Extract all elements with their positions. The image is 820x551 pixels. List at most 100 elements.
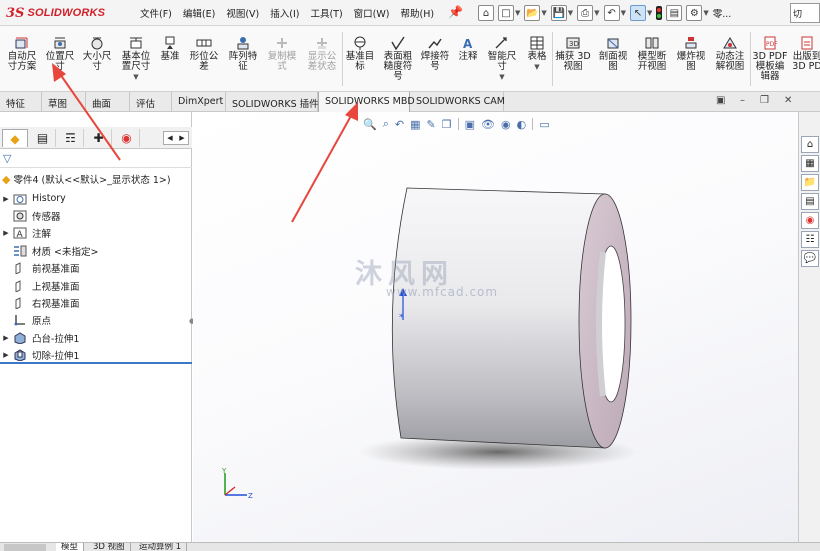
chevron-down-icon[interactable]: ▼ — [484, 72, 520, 82]
configurationmanager-tab-icon[interactable]: ☶ — [58, 129, 84, 147]
tab-3d-views[interactable]: 3D 视图 — [88, 543, 131, 551]
propertymanager-tab-icon[interactable]: ▤ — [30, 129, 56, 147]
chevron-down-icon[interactable]: ▼ — [541, 9, 546, 17]
tree-root-part[interactable]: ◆ 零件4 (默认<<默认>_显示状态 1>) — [2, 172, 171, 187]
tree-item-top-plane[interactable]: 上视基准面 — [0, 277, 192, 294]
restore-pane-icon[interactable]: ▣ — [716, 95, 725, 106]
chevron-down-icon[interactable]: ▼ — [647, 9, 652, 17]
tab-surfaces[interactable]: 曲面 — [86, 92, 130, 112]
capture-3d-view-button[interactable]: 3D 捕获 3D 视图 — [554, 36, 592, 72]
chevron-down-icon[interactable]: ▼ — [524, 62, 550, 72]
home-icon[interactable]: ⌂ — [478, 5, 494, 21]
displaymanager-tab-icon[interactable]: ◉ — [114, 129, 140, 147]
chevron-down-icon[interactable]: ▼ — [703, 9, 708, 17]
tab-solidworks-addins[interactable]: SOLIDWORKS 插件 — [226, 92, 319, 112]
chevron-left-icon[interactable]: ◀ — [164, 132, 176, 144]
tree-item-material[interactable]: 材质 <未指定> — [0, 242, 192, 259]
chevron-down-icon[interactable]: ▼ — [621, 9, 626, 17]
menu-insert[interactable]: 插入(I) — [270, 6, 299, 20]
select-cursor-icon[interactable]: ↖ — [629, 5, 646, 21]
file-explorer-icon[interactable]: 📁 — [801, 174, 819, 191]
section-view-button[interactable]: 剖面视 图 — [596, 36, 630, 72]
menu-view[interactable]: 视图(V) — [226, 6, 259, 20]
rollback-bar[interactable] — [0, 362, 192, 364]
tree-filter-bar[interactable]: ▽ — [0, 150, 192, 168]
menu-help[interactable]: 帮助(H) — [400, 6, 434, 20]
expand-arrow-icon[interactable]: ▶ — [0, 351, 12, 359]
tab-motion-study[interactable]: 运动算例 1 — [134, 543, 188, 551]
close-icon[interactable]: ✕ — [784, 95, 792, 106]
tab-dimxpert[interactable]: DimXpert — [172, 92, 226, 112]
auto-dimension-scheme-button[interactable]: 自动尺 寸方案 — [4, 36, 40, 72]
tree-item-sensors[interactable]: 传感器 — [0, 207, 192, 224]
expand-arrow-icon[interactable]: ▶ — [0, 334, 12, 342]
table-button[interactable]: 表格 ▼ — [524, 36, 550, 72]
chevron-down-icon[interactable]: ▼ — [515, 9, 520, 17]
custom-properties-icon[interactable]: ☷ — [801, 231, 819, 248]
tab-evaluate[interactable]: 评估 — [130, 92, 172, 112]
pattern-feature-button[interactable]: 阵列特 征 — [226, 36, 260, 72]
publish-3d-pdf-button[interactable]: 出版到 3D PD — [790, 36, 820, 72]
pin-menu-icon[interactable]: 📌 — [448, 5, 463, 19]
model-break-view-button[interactable]: 模型断 开视图 — [634, 36, 670, 72]
datum-target-button[interactable]: 基准目 标 — [343, 36, 377, 72]
chevron-down-icon[interactable]: ▼ — [118, 72, 154, 82]
menu-file[interactable]: 文件(F) — [140, 6, 172, 20]
tree-item-annotations[interactable]: ▶ A 注解 — [0, 225, 192, 242]
featuremanager-tab-icon[interactable]: ◆ — [2, 129, 28, 147]
appearances-scenes-icon[interactable]: ◉ — [801, 212, 819, 229]
options-gear-icon[interactable]: ⚙ — [686, 5, 703, 21]
tree-item-history[interactable]: ▶ History — [0, 190, 192, 207]
smart-dimension-button[interactable]: 智能尺 寸 ▼ — [484, 36, 520, 82]
chevron-down-icon[interactable]: ▼ — [568, 9, 573, 17]
expand-arrow-icon[interactable]: ▶ — [0, 195, 12, 203]
view-palette-icon[interactable]: ▤ — [801, 193, 819, 210]
tab-model[interactable]: 模型 — [56, 543, 85, 551]
geometric-tolerance-button[interactable]: 形位公 差 — [186, 36, 222, 72]
panel-tab-scroll[interactable]: ◀ ▶ — [163, 131, 189, 145]
show-tolerance-status-button[interactable]: 显示公 差状态 — [304, 36, 340, 72]
maximize-icon[interactable]: ❐ — [760, 95, 769, 106]
menu-edit[interactable]: 编辑(E) — [183, 6, 215, 20]
location-dimension-button[interactable]: 位置尺 寸 — [42, 36, 78, 72]
minimize-icon[interactable]: – — [740, 95, 745, 106]
chevron-right-icon[interactable]: ▶ — [176, 132, 188, 144]
weld-symbol-button[interactable]: 焊接符 号 — [418, 36, 452, 72]
copy-scheme-button[interactable]: 复制模 式 — [264, 36, 300, 72]
solidworks-logo[interactable]: 3S SOLIDWORKS — [6, 3, 116, 23]
filter-icon[interactable]: ▽ — [3, 152, 11, 165]
open-folder-icon[interactable]: 📂 — [524, 5, 541, 21]
tab-scroll-arrows[interactable] — [4, 544, 46, 551]
tree-item-front-plane[interactable]: 前视基准面 — [0, 260, 192, 277]
dynamic-annotation-views-button[interactable]: 动态注 解视图 — [712, 36, 748, 72]
chevron-down-icon[interactable]: ▼ — [594, 9, 599, 17]
basic-location-dimension-button[interactable]: 基本位 置尺寸 ▼ — [118, 36, 154, 82]
tab-features[interactable]: 特征 — [0, 92, 42, 112]
expand-arrow-icon[interactable]: ▶ — [0, 229, 12, 237]
tree-item-origin[interactable]: 原点 — [0, 312, 192, 329]
size-dimension-button[interactable]: 大小尺 寸 — [80, 36, 114, 72]
design-library-icon[interactable]: ▦ — [801, 155, 819, 172]
tab-solidworks-mbd[interactable]: SOLIDWORKS MBD — [318, 92, 415, 112]
file-properties-icon[interactable]: ▤ — [666, 5, 683, 21]
solidworks-resources-icon[interactable]: ⌂ — [801, 136, 819, 153]
dimxpertmanager-tab-icon[interactable]: ✚ — [86, 129, 112, 147]
3d-pdf-template-editor-button[interactable]: PDF 3D PDF 模板编 辑器 — [752, 36, 788, 82]
forum-icon[interactable]: 💬 — [801, 250, 819, 267]
print-icon[interactable]: ⎙ — [577, 5, 594, 21]
graphics-area[interactable]: 🔍 ⌕ ↶ ▦ ✎ ❐ ▣ 👁 ◉ ◐ ▭ * 沐风网 www.mfcad.co… — [193, 112, 798, 542]
tree-item-right-plane[interactable]: 右视基准面 — [0, 294, 192, 311]
surface-finish-button[interactable]: 表面粗 糙度符 号 — [380, 36, 416, 82]
menu-window[interactable]: 窗口(W) — [354, 6, 390, 20]
save-icon[interactable]: 💾 — [550, 5, 567, 21]
tab-solidworks-cam[interactable]: SOLIDWORKS CAM — [410, 92, 505, 112]
new-document-icon[interactable]: □ — [498, 5, 514, 21]
tab-sketch[interactable]: 草图 — [42, 92, 86, 112]
tree-item-boss-extrude1[interactable]: ▶ 凸台-拉伸1 — [0, 329, 192, 346]
datum-button[interactable]: 基准 — [158, 36, 182, 62]
undo-icon[interactable]: ↶ — [603, 5, 620, 21]
search-box[interactable]: 切 — [790, 3, 820, 23]
exploded-view-button[interactable]: 爆炸视 图 — [674, 36, 708, 72]
rebuild-traffic-light-icon[interactable] — [656, 6, 663, 20]
part-model-cylinder[interactable]: * — [193, 112, 798, 542]
